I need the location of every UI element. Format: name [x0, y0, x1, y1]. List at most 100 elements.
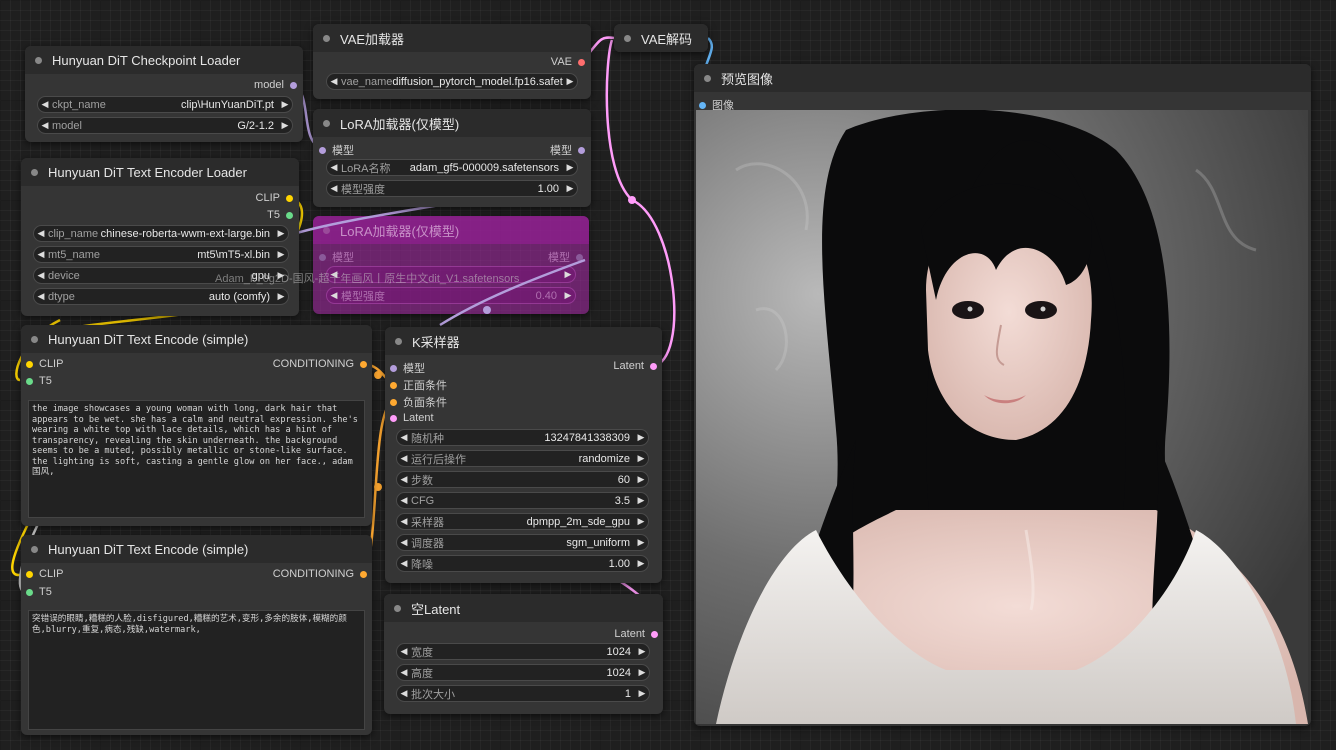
arrow-right-icon[interactable]: ▶ — [278, 99, 292, 110]
latent-socket-icon[interactable] — [390, 414, 397, 422]
clip-socket-icon[interactable] — [26, 360, 33, 368]
node-text-encode-positive[interactable]: Hunyuan DiT Text Encode (simple) CLIP T5… — [21, 325, 372, 526]
arrow-left-icon[interactable]: ◀ — [327, 183, 341, 194]
output-model[interactable]: model — [254, 79, 297, 91]
arrow-left-icon[interactable]: ◀ — [327, 290, 341, 301]
widget-clip-name[interactable]: ◀ clip_name chinese-roberta-wwm-ext-large.… — [33, 225, 289, 242]
arrow-right-icon[interactable]: ▶ — [634, 495, 648, 506]
latent-socket-icon[interactable] — [651, 630, 658, 638]
arrow-left-icon[interactable]: ◀ — [38, 99, 52, 110]
input-model[interactable]: 模型 — [319, 249, 354, 265]
conditioning-socket-icon[interactable] — [360, 360, 367, 368]
node-ksampler[interactable]: K采样器 模型 正面条件 负面条件 Latent Latent ◀ 随机种 1324… — [385, 327, 662, 583]
output-model[interactable]: 模型 — [548, 249, 583, 265]
arrow-right-icon[interactable]: ▶ — [563, 183, 577, 194]
output-latent[interactable]: Latent — [613, 360, 657, 372]
output-clip[interactable]: CLIP — [256, 192, 293, 204]
arrow-right-icon[interactable]: ▶ — [635, 688, 649, 699]
arrow-left-icon[interactable]: ◀ — [397, 495, 411, 506]
arrow-left-icon[interactable]: ◀ — [327, 76, 341, 87]
widget-lora-name[interactable]: ◀ LoRA名称 adam_gf5-000009.safetensors ▶ — [326, 159, 578, 176]
collapse-dot-icon[interactable] — [323, 226, 330, 234]
node-title[interactable]: LoRA加载器(仅模型) — [313, 216, 589, 244]
input-clip[interactable]: CLIP — [26, 358, 63, 370]
arrow-left-icon[interactable]: ◀ — [397, 474, 411, 485]
arrow-right-icon[interactable]: ▶ — [634, 537, 648, 548]
arrow-right-icon[interactable]: ▶ — [563, 76, 577, 87]
arrow-left-icon[interactable]: ◀ — [397, 432, 411, 443]
arrow-right-icon[interactable]: ▶ — [274, 228, 288, 239]
widget-vae-name[interactable]: ◀ vae_name diffusion_pytorch_model.fp16.sa… — [326, 73, 578, 90]
collapse-dot-icon[interactable] — [624, 34, 631, 42]
node-vae-decode[interactable]: VAE解码 — [614, 24, 708, 52]
node-title[interactable]: LoRA加载器(仅模型) — [313, 109, 591, 137]
collapse-dot-icon[interactable] — [31, 168, 38, 176]
input-model[interactable]: 模型 — [390, 360, 425, 376]
input-model[interactable]: 模型 — [319, 142, 354, 158]
input-clip[interactable]: CLIP — [26, 568, 63, 580]
widget-ckpt-name[interactable]: ◀ ckpt_name clip\HunYuanDiT.pt ▶ — [37, 96, 293, 113]
output-t5[interactable]: T5 — [267, 209, 293, 221]
node-preview-image[interactable]: 预览图像 图像 — [694, 64, 1311, 726]
collapse-dot-icon[interactable] — [31, 545, 38, 553]
model-socket-icon[interactable] — [290, 81, 297, 89]
arrow-right-icon[interactable]: ▶ — [274, 270, 288, 281]
node-vae-loader[interactable]: VAE加载器 VAE ◀ vae_name diffusion_pytorch_mo… — [313, 24, 591, 99]
arrow-left-icon[interactable]: ◀ — [327, 269, 341, 280]
output-vae[interactable]: VAE — [551, 56, 585, 68]
arrow-right-icon[interactable]: ▶ — [634, 558, 648, 569]
preview-image[interactable] — [696, 110, 1308, 724]
model-socket-icon[interactable] — [578, 146, 585, 154]
latent-socket-icon[interactable] — [650, 362, 657, 370]
conditioning-socket-icon[interactable] — [390, 381, 397, 389]
widget-seed[interactable]: ◀ 随机种 13247841338309 ▶ — [396, 429, 649, 446]
widget-steps[interactable]: ◀ 步数 60 ▶ — [396, 471, 649, 488]
output-conditioning[interactable]: CONDITIONING — [273, 358, 367, 370]
widget-dtype[interactable]: ◀ dtype auto (comfy) ▶ — [33, 288, 289, 305]
negative-prompt-textarea[interactable]: 突错误的眼睛,糟糕的人脸,disfigured,糟糕的艺术,变形,多余的肢体,模… — [28, 610, 365, 730]
node-lora-loader[interactable]: LoRA加载器(仅模型) 模型 模型 ◀ LoRA名称 adam_gf5-00000… — [313, 109, 591, 207]
node-empty-latent[interactable]: 空Latent Latent ◀ 宽度 1024 ▶ ◀ 高度 1024 ▶ ◀ 批次大小 1 ▶ — [384, 594, 663, 714]
widget-sampler[interactable]: ◀ 采样器 dpmpp_2m_sde_gpu ▶ — [396, 513, 649, 530]
arrow-left-icon[interactable]: ◀ — [397, 558, 411, 569]
arrow-right-icon[interactable]: ▶ — [274, 291, 288, 302]
arrow-right-icon[interactable]: ▶ — [274, 249, 288, 260]
arrow-left-icon[interactable]: ◀ — [397, 453, 411, 464]
node-title[interactable]: Hunyuan DiT Text Encode (simple) — [21, 325, 372, 353]
arrow-right-icon[interactable]: ▶ — [278, 120, 292, 131]
arrow-right-icon[interactable]: ▶ — [635, 667, 649, 678]
widget-width[interactable]: ◀ 宽度 1024 ▶ — [396, 643, 650, 660]
collapse-dot-icon[interactable] — [323, 119, 330, 127]
arrow-left-icon[interactable]: ◀ — [397, 537, 411, 548]
arrow-left-icon[interactable]: ◀ — [34, 291, 48, 302]
prompt-textarea[interactable]: the image showcases a young woman with l… — [28, 400, 365, 518]
collapse-dot-icon[interactable] — [704, 74, 711, 82]
conditioning-socket-icon[interactable] — [390, 398, 397, 406]
t5-socket-icon[interactable] — [26, 588, 33, 596]
arrow-left-icon[interactable]: ◀ — [34, 228, 48, 239]
widget-lora-name[interactable]: ◀ ▶ — [326, 266, 576, 283]
input-negative[interactable]: 负面条件 — [390, 394, 447, 410]
arrow-left-icon[interactable]: ◀ — [397, 646, 411, 657]
conditioning-socket-icon[interactable] — [360, 570, 367, 578]
output-latent[interactable]: Latent — [614, 628, 658, 640]
arrow-right-icon[interactable]: ▶ — [634, 432, 648, 443]
t5-socket-icon[interactable] — [26, 377, 33, 385]
clip-socket-icon[interactable] — [286, 194, 293, 202]
model-socket-icon[interactable] — [319, 253, 326, 261]
arrow-right-icon[interactable]: ▶ — [561, 290, 575, 301]
node-title[interactable]: VAE解码 — [614, 24, 708, 52]
collapse-dot-icon[interactable] — [31, 335, 38, 343]
widget-control-after-generate[interactable]: ◀ 运行后操作 randomize ▶ — [396, 450, 649, 467]
input-latent[interactable]: Latent — [390, 412, 434, 424]
node-lora-loader-bypassed[interactable]: LoRA加载器(仅模型) 模型 模型 ◀ ▶ ◀ 模型强度 0.40 ▶ — [313, 216, 589, 314]
node-title[interactable]: K采样器 — [385, 327, 662, 355]
arrow-left-icon[interactable]: ◀ — [397, 688, 411, 699]
arrow-left-icon[interactable]: ◀ — [397, 667, 411, 678]
collapse-dot-icon[interactable] — [323, 34, 330, 42]
widget-batch-size[interactable]: ◀ 批次大小 1 ▶ — [396, 685, 650, 702]
arrow-right-icon[interactable]: ▶ — [635, 646, 649, 657]
arrow-right-icon[interactable]: ▶ — [561, 269, 575, 280]
node-title[interactable]: VAE加载器 — [313, 24, 591, 52]
collapse-dot-icon[interactable] — [394, 604, 401, 612]
